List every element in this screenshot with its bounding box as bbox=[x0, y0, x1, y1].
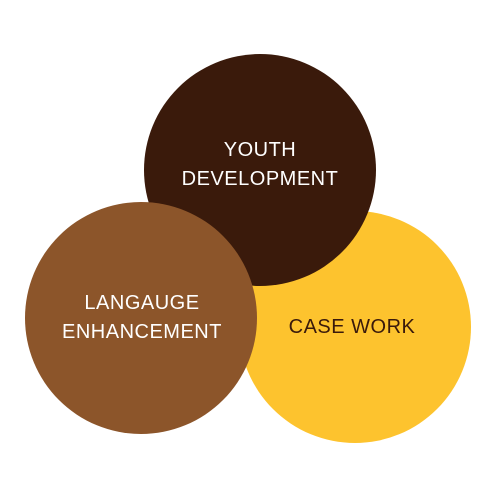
venn-svg: YOUTH DEVELOPMENT CASE WORK LANGAUGE ENH… bbox=[25, 54, 471, 443]
youth-label-line-1: YOUTH bbox=[224, 139, 297, 161]
language-label-line-1: LANGAUGE bbox=[84, 292, 199, 314]
youth-label-line-2: DEVELOPMENT bbox=[182, 168, 339, 190]
language-enhancement-circle bbox=[25, 202, 257, 434]
language-label-line-2: ENHANCEMENT bbox=[62, 321, 222, 343]
case-work-label: CASE WORK bbox=[289, 316, 416, 338]
venn-diagram: YOUTH DEVELOPMENT CASE WORK LANGAUGE ENH… bbox=[0, 0, 500, 500]
